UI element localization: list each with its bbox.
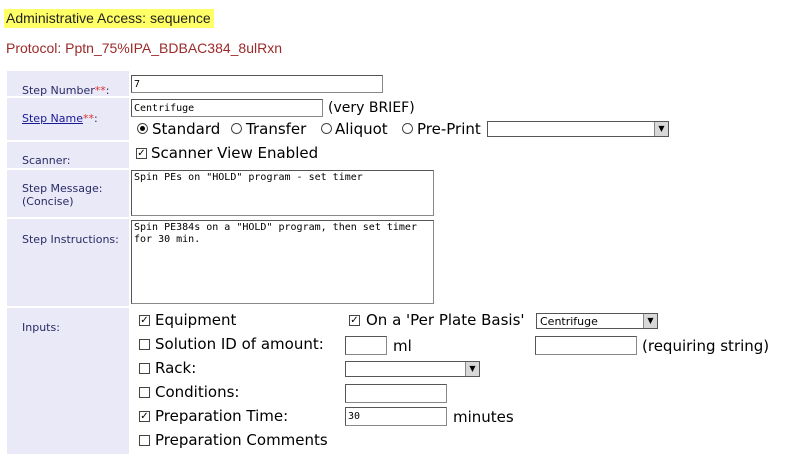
equipment-label: Equipment [155, 311, 237, 329]
step-name-label: Step Name**: [22, 112, 98, 125]
step-number-label: Step Number**: [22, 84, 110, 97]
per-plate-label: On a 'Per Plate Basis' [366, 311, 525, 329]
radio-standard-label: Standard [152, 120, 221, 138]
scanner-label: Scanner: [22, 154, 71, 167]
page-title: Administrative Access: sequence [4, 9, 214, 28]
per-plate-checkbox[interactable]: ✓ [349, 315, 360, 326]
solution-label: Solution ID of amount: [155, 335, 324, 353]
scanner-view-checkbox[interactable]: ✓ [136, 148, 147, 159]
solution-unit: ml [393, 337, 412, 355]
chevron-down-icon: ▼ [654, 122, 668, 136]
prep-time-label: Preparation Time: [155, 407, 289, 425]
radio-standard[interactable] [137, 123, 148, 134]
solution-string-input[interactable] [535, 336, 637, 355]
radio-transfer[interactable] [231, 123, 242, 134]
inputs-label: Inputs: [22, 321, 60, 334]
step-instructions-label: Step Instructions: [22, 233, 119, 246]
radio-transfer-label: Transfer [246, 120, 307, 138]
step-message-textarea[interactable]: Spin PEs on "HOLD" program - set timer [131, 170, 434, 216]
rack-checkbox[interactable] [139, 363, 150, 374]
radio-aliquot-label: Aliquot [335, 120, 388, 138]
step-name-input[interactable] [131, 99, 323, 117]
radio-preprint[interactable] [402, 123, 413, 134]
prep-time-checkbox[interactable]: ✓ [139, 411, 150, 422]
protocol-name: Protocol: Pptn_75%IPA_BDBAC384_8ulRxn [6, 40, 283, 56]
conditions-input[interactable] [345, 384, 447, 403]
equipment-checkbox[interactable]: ✓ [139, 315, 150, 326]
radio-preprint-label: Pre-Print [417, 120, 481, 138]
step-name-help-link[interactable]: Step Name [22, 112, 83, 125]
solution-checkbox[interactable] [139, 339, 150, 350]
step-instructions-textarea[interactable]: Spin PE384s on a "HOLD" program, then se… [131, 220, 434, 304]
equipment-select[interactable]: Centrifuge ▼ [536, 313, 658, 329]
preprint-select[interactable]: ▼ [487, 121, 669, 137]
radio-aliquot[interactable] [321, 123, 332, 134]
step-name-hint: (very BRIEF) [328, 100, 415, 116]
conditions-label: Conditions: [155, 383, 240, 401]
conditions-checkbox[interactable] [139, 387, 150, 398]
rack-label: Rack: [155, 359, 197, 377]
prep-time-unit: minutes [453, 408, 514, 426]
requiring-string-label: (requiring string) [642, 337, 770, 355]
rack-select[interactable]: ▼ [345, 361, 480, 377]
prep-time-input[interactable] [345, 407, 447, 426]
prep-comments-label: Preparation Comments [155, 431, 328, 449]
step-number-input[interactable] [131, 75, 383, 93]
chevron-down-icon: ▼ [465, 362, 479, 376]
solution-amount-input[interactable] [345, 336, 387, 355]
chevron-down-icon: ▼ [643, 314, 657, 328]
step-message-label: Step Message: (Concise) [22, 182, 103, 208]
prep-comments-checkbox[interactable] [139, 435, 150, 446]
scanner-view-label: Scanner View Enabled [151, 144, 319, 162]
